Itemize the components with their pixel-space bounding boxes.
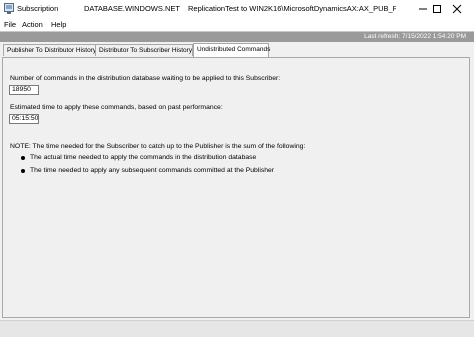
tab-bar: Publisher To Distributor History Distrib… [0, 43, 474, 57]
close-button[interactable] [440, 0, 474, 18]
commands-count-label: Number of commands in the distribution d… [10, 75, 281, 82]
menu-help[interactable]: Help [51, 20, 66, 29]
status-strip: Last refresh: 7/15/2022 1:54:20 PM [0, 31, 474, 42]
tab-undistributed-commands[interactable]: Undistributed Commands [193, 43, 270, 57]
monitor-icon [4, 3, 14, 15]
menu-bar: File Action Help [0, 18, 474, 31]
menu-file[interactable]: File [4, 20, 16, 29]
estimated-time-label: Estimated time to apply these commands, … [10, 104, 223, 111]
commands-count-field: 18950 [9, 85, 39, 95]
note-text: NOTE: The time needed for the Subscriber… [10, 143, 306, 150]
bullet-icon [21, 156, 25, 160]
last-refresh-text: Last refresh: 7/15/2022 1:54:20 PM [364, 33, 466, 40]
status-bar [0, 320, 474, 337]
tab-distributor-to-subscriber[interactable]: Distributor To Subscriber History [95, 44, 193, 56]
close-icon [452, 4, 462, 14]
undistributed-commands-panel: Number of commands in the distribution d… [2, 57, 470, 318]
window-title: Subscription [17, 4, 59, 13]
tab-publisher-to-distributor[interactable]: Publisher To Distributor History [3, 44, 96, 56]
estimated-time-field: 05:15:50 [9, 114, 39, 124]
title-bar: Subscription DATABASE.WINDOWS.NET Replic… [0, 0, 474, 19]
window-server: DATABASE.WINDOWS.NET [84, 4, 180, 13]
window-path: ReplicationTest to WIN2K16\MicrosoftDyna… [188, 4, 396, 13]
note-bullet-1: The actual time needed to apply the comm… [30, 154, 257, 161]
menu-action[interactable]: Action [22, 20, 43, 29]
note-bullet-2: The time needed to apply any subsequent … [30, 167, 275, 174]
bullet-icon [21, 169, 25, 173]
